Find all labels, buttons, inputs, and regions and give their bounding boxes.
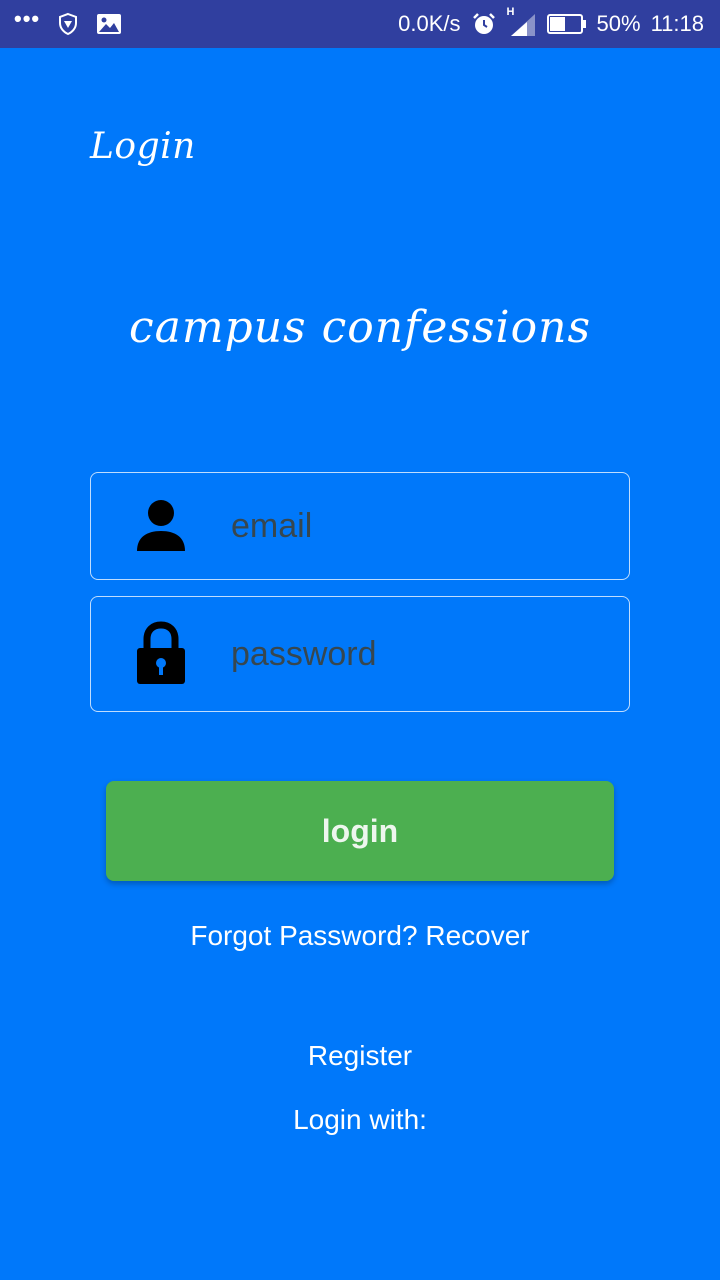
clock: 11:18 xyxy=(650,11,704,36)
network-type: H xyxy=(506,6,515,18)
recover-link[interactable]: Recover xyxy=(425,920,529,951)
password-field-container xyxy=(90,596,630,712)
more-notifications-icon: ••• xyxy=(14,6,41,31)
status-bar-right: 0.0K/s H 50% 11:18 xyxy=(388,0,704,48)
register-link[interactable]: Register xyxy=(0,1040,720,1072)
image-icon xyxy=(96,12,122,36)
login-with-label: Login with: xyxy=(293,1104,427,1135)
shield-icon xyxy=(56,12,80,36)
signal-icon: H xyxy=(507,6,537,38)
forgot-password-row: Forgot Password? Recover xyxy=(0,920,720,952)
email-field-container xyxy=(90,472,630,580)
lock-icon xyxy=(133,621,189,685)
network-speed: 0.0K/s xyxy=(398,11,461,36)
email-input[interactable] xyxy=(231,473,611,579)
status-bar-left: ••• xyxy=(14,0,138,48)
person-icon xyxy=(133,495,189,559)
page-title: Login xyxy=(90,126,196,167)
login-button[interactable]: login xyxy=(106,781,614,881)
battery-icon xyxy=(546,13,587,35)
status-bar: ••• 0.0K/s H 50% 11:18 xyxy=(0,0,720,48)
battery-percent: 50% xyxy=(596,11,641,36)
password-input[interactable] xyxy=(231,597,611,711)
alarm-icon xyxy=(471,11,497,37)
app-name: campus confessions xyxy=(128,302,592,353)
forgot-password-link[interactable]: Forgot Password? xyxy=(190,920,417,951)
